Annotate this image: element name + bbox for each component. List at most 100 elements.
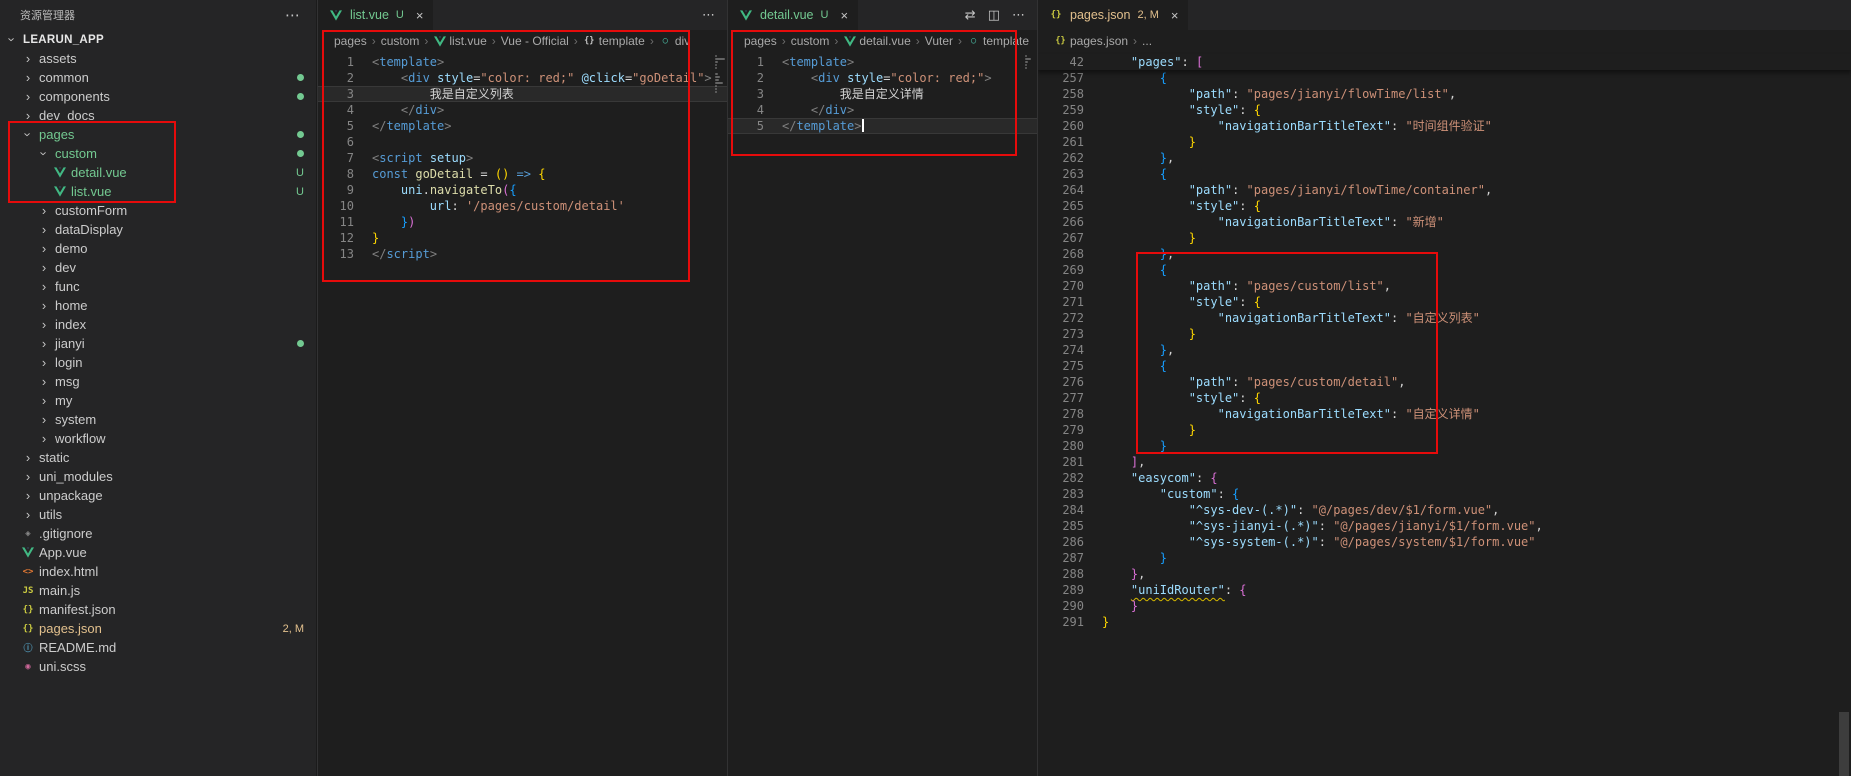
- chevron-down-icon[interactable]: ›: [38, 146, 51, 162]
- tree-folder-common[interactable]: ›common: [0, 68, 316, 87]
- code-line[interactable]: 275 {: [1038, 358, 1851, 374]
- compare-icon[interactable]: ⇄: [965, 7, 976, 23]
- tree-folder-custom[interactable]: ›custom: [0, 144, 316, 163]
- breadcrumb-item[interactable]: detail.vue: [843, 34, 910, 48]
- code-line[interactable]: 260 "navigationBarTitleText": "时间组件验证": [1038, 118, 1851, 134]
- code-line[interactable]: 42 "pages": [: [1038, 54, 1851, 70]
- code-line[interactable]: 291}: [1038, 614, 1851, 630]
- code-line[interactable]: 13</script>: [318, 246, 727, 262]
- chevron-right-icon[interactable]: ›: [20, 470, 36, 483]
- breadcrumb-item[interactable]: ◯div: [659, 34, 690, 48]
- code-line[interactable]: 270 "path": "pages/custom/list",: [1038, 278, 1851, 294]
- code-editor[interactable]: 1<template>2 <div style="color: red;">3 …: [728, 52, 1037, 776]
- chevron-right-icon[interactable]: ›: [20, 90, 36, 103]
- code-line[interactable]: 1<template>: [728, 54, 1037, 70]
- code-line[interactable]: 9 uni.navigateTo({: [318, 182, 727, 198]
- chevron-right-icon[interactable]: ›: [36, 432, 52, 445]
- minimap[interactable]: [713, 54, 727, 776]
- tree-folder-home[interactable]: ›home: [0, 296, 316, 315]
- tree-folder-demo[interactable]: ›demo: [0, 239, 316, 258]
- chevron-right-icon[interactable]: ›: [36, 356, 52, 369]
- explorer-more-icon[interactable]: ⋯: [285, 6, 300, 24]
- breadcrumb-item[interactable]: {}template: [583, 34, 645, 48]
- tree-folder-msg[interactable]: ›msg: [0, 372, 316, 391]
- chevron-right-icon[interactable]: ›: [36, 375, 52, 388]
- tree-file-pages.json[interactable]: {}pages.json2, M: [0, 619, 316, 638]
- code-line[interactable]: 4 </div>: [318, 102, 727, 118]
- code-line[interactable]: 262 },: [1038, 150, 1851, 166]
- code-line[interactable]: 267 }: [1038, 230, 1851, 246]
- code-line[interactable]: 5</template>: [728, 118, 1037, 134]
- chevron-right-icon[interactable]: ›: [20, 451, 36, 464]
- close-icon[interactable]: ×: [416, 8, 424, 23]
- code-line[interactable]: 259 "style": {: [1038, 102, 1851, 118]
- chevron-right-icon[interactable]: ›: [36, 204, 52, 217]
- code-line[interactable]: 274 },: [1038, 342, 1851, 358]
- code-line[interactable]: 284 "^sys-dev-(.*)": "@/pages/dev/$1/for…: [1038, 502, 1851, 518]
- code-line[interactable]: 7<script setup>: [318, 150, 727, 166]
- tree-folder-func[interactable]: ›func: [0, 277, 316, 296]
- tree-folder-uni_modules[interactable]: ›uni_modules: [0, 467, 316, 486]
- code-line[interactable]: 258 "path": "pages/jianyi/flowTime/list"…: [1038, 86, 1851, 102]
- tree-file-index.html[interactable]: <>index.html: [0, 562, 316, 581]
- tree-root-project[interactable]: ›LEARUN_APP: [0, 30, 316, 49]
- code-line[interactable]: 257 {: [1038, 70, 1851, 86]
- code-line[interactable]: 11 }): [318, 214, 727, 230]
- code-line[interactable]: 276 "path": "pages/custom/detail",: [1038, 374, 1851, 390]
- code-line[interactable]: 2 <div style="color: red;">: [728, 70, 1037, 86]
- code-line[interactable]: 264 "path": "pages/jianyi/flowTime/conta…: [1038, 182, 1851, 198]
- tree-file-App.vue[interactable]: App.vue: [0, 543, 316, 562]
- chevron-right-icon[interactable]: ›: [36, 337, 52, 350]
- code-line[interactable]: 282 "easycom": {: [1038, 470, 1851, 486]
- breadcrumb-item[interactable]: custom: [381, 34, 420, 48]
- code-line[interactable]: 4 </div>: [728, 102, 1037, 118]
- code-line[interactable]: 278 "navigationBarTitleText": "自定义详情": [1038, 406, 1851, 422]
- breadcrumb-item[interactable]: list.vue: [433, 34, 486, 48]
- tree-file-detail.vue[interactable]: detail.vueU: [0, 163, 316, 182]
- breadcrumb-item[interactable]: {}pages.json: [1054, 34, 1128, 48]
- breadcrumb-item[interactable]: Vue - Official: [501, 34, 569, 48]
- chevron-right-icon[interactable]: ›: [20, 71, 36, 84]
- chevron-right-icon[interactable]: ›: [20, 52, 36, 65]
- chevron-right-icon[interactable]: ›: [20, 109, 36, 122]
- chevron-down-icon[interactable]: ›: [6, 32, 19, 48]
- breadcrumb-item[interactable]: custom: [791, 34, 830, 48]
- code-line[interactable]: 273 }: [1038, 326, 1851, 342]
- tree-file-main.js[interactable]: JSmain.js: [0, 581, 316, 600]
- code-line[interactable]: 281 ],: [1038, 454, 1851, 470]
- close-icon[interactable]: ×: [840, 8, 848, 23]
- code-line[interactable]: 3 我是自定义列表: [318, 86, 727, 102]
- breadcrumb-item[interactable]: ◯template: [967, 34, 1029, 48]
- code-line[interactable]: 8const goDetail = () => {: [318, 166, 727, 182]
- code-line[interactable]: 6: [318, 134, 727, 150]
- code-line[interactable]: 272 "navigationBarTitleText": "自定义列表": [1038, 310, 1851, 326]
- code-line[interactable]: 285 "^sys-jianyi-(.*)": "@/pages/jianyi/…: [1038, 518, 1851, 534]
- chevron-down-icon[interactable]: ›: [22, 127, 35, 143]
- tree-folder-workflow[interactable]: ›workflow: [0, 429, 316, 448]
- breadcrumb-item[interactable]: pages: [334, 34, 367, 48]
- code-editor[interactable]: 1<template>2 <div style="color: red;" @c…: [318, 52, 727, 776]
- chevron-right-icon[interactable]: ›: [36, 394, 52, 407]
- tree-file-list.vue[interactable]: list.vueU: [0, 182, 316, 201]
- code-line[interactable]: 287 }: [1038, 550, 1851, 566]
- chevron-right-icon[interactable]: ›: [36, 223, 52, 236]
- tree-folder-system[interactable]: ›system: [0, 410, 316, 429]
- chevron-right-icon[interactable]: ›: [36, 413, 52, 426]
- code-line[interactable]: 3 我是自定义详情: [728, 86, 1037, 102]
- tree-file-.gitignore[interactable]: ◈.gitignore: [0, 524, 316, 543]
- minimap[interactable]: [1023, 54, 1037, 776]
- code-line[interactable]: 279 }: [1038, 422, 1851, 438]
- breadcrumb-item[interactable]: ...: [1142, 34, 1152, 48]
- tree-file-uni.scss[interactable]: ◉uni.scss: [0, 657, 316, 676]
- tree-folder-assets[interactable]: ›assets: [0, 49, 316, 68]
- code-line[interactable]: 269 {: [1038, 262, 1851, 278]
- tree-folder-dev_docs[interactable]: ›dev_docs: [0, 106, 316, 125]
- more-icon[interactable]: ⋯: [702, 7, 715, 23]
- split-icon[interactable]: ◫: [988, 7, 1000, 23]
- code-line[interactable]: 283 "custom": {: [1038, 486, 1851, 502]
- code-line[interactable]: 266 "navigationBarTitleText": "新增": [1038, 214, 1851, 230]
- code-line[interactable]: 290 }: [1038, 598, 1851, 614]
- chevron-right-icon[interactable]: ›: [20, 508, 36, 521]
- tree-folder-static[interactable]: ›static: [0, 448, 316, 467]
- tree-folder-pages[interactable]: ›pages: [0, 125, 316, 144]
